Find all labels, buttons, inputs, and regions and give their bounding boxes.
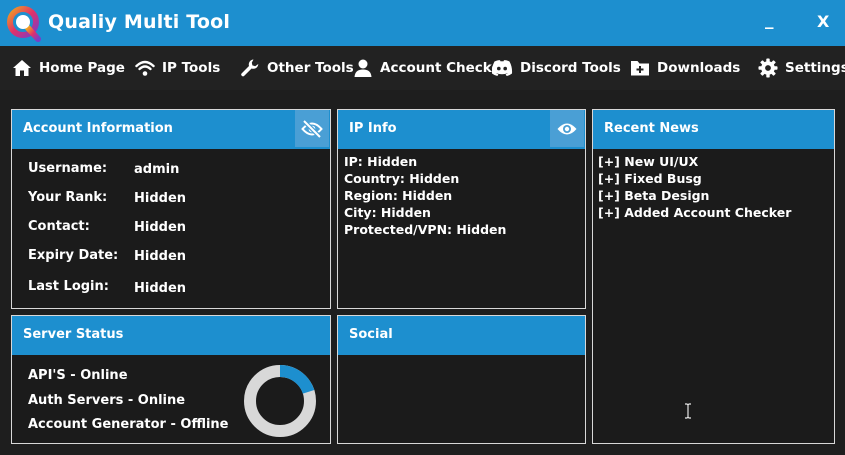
last-login-label: Last Login: xyxy=(28,279,109,294)
ip-line: IP: Hidden xyxy=(344,154,418,169)
discord-icon xyxy=(491,60,513,76)
news-item: [+] New UI/UX xyxy=(598,154,699,169)
title-bar: Qualiy Multi Tool _ X xyxy=(0,0,845,46)
eye-off-icon xyxy=(301,119,323,138)
server-status-donut xyxy=(244,365,316,437)
news-item: [+] Beta Design xyxy=(598,188,710,203)
toggle-ip-visibility-button[interactable] xyxy=(550,110,584,147)
ip-info-title: IP Info xyxy=(349,121,397,136)
home-icon xyxy=(13,60,31,76)
rank-value: Hidden xyxy=(134,191,187,206)
nav-discord-tools[interactable]: Discord Tools xyxy=(491,57,621,79)
recent-news-header: Recent News xyxy=(593,110,834,149)
social-title: Social xyxy=(349,327,393,342)
vpn-line: Protected/VPN: Hidden xyxy=(344,222,507,237)
nav-discord-tools-label: Discord Tools xyxy=(520,60,621,76)
nav-account-checker-label: Account Checker xyxy=(380,60,508,76)
nav-home-page-label: Home Page xyxy=(39,60,125,76)
username-value: admin xyxy=(134,162,180,177)
nav-downloads-label: Downloads xyxy=(657,60,741,76)
eye-icon xyxy=(557,123,577,134)
news-list: [+] New UI/UX [+] Fixed Busg [+] Beta De… xyxy=(598,153,791,221)
social-header: Social xyxy=(338,316,585,355)
social-panel: Social xyxy=(337,315,586,444)
wrench-icon xyxy=(241,59,259,77)
expiry-date-value: Hidden xyxy=(134,249,187,264)
server-status-panel: Server Status API'S - Online Auth Server… xyxy=(11,315,331,444)
contact-value: Hidden xyxy=(134,220,187,235)
app-logo-icon xyxy=(7,6,41,42)
username-label: Username: xyxy=(28,161,108,176)
nav-settings[interactable]: Settings xyxy=(758,57,845,79)
expiry-date-label: Expiry Date: xyxy=(28,248,119,263)
wifi-icon xyxy=(135,60,155,76)
nav-ip-tools-label: IP Tools xyxy=(162,60,221,76)
contact-label: Contact: xyxy=(28,219,90,234)
minimize-button[interactable]: _ xyxy=(765,10,774,30)
recent-news-title: Recent News xyxy=(604,121,699,136)
news-item: [+] Fixed Busg xyxy=(598,171,702,186)
server-status-header: Server Status xyxy=(12,316,330,355)
nav-downloads[interactable]: Downloads xyxy=(630,57,740,79)
ip-info-panel: IP Info IP: Hidden Country: Hidden Regio… xyxy=(337,109,586,309)
ip-info-list: IP: Hidden Country: Hidden Region: Hidde… xyxy=(344,153,506,238)
last-login-value: Hidden xyxy=(134,281,187,296)
nav-settings-label: Settings xyxy=(785,60,845,76)
gear-icon xyxy=(758,58,778,78)
account-info-panel: Account Information Username: admin Your… xyxy=(11,109,331,309)
nav-home-page[interactable]: Home Page xyxy=(12,57,125,79)
rank-label: Your Rank: xyxy=(28,190,108,205)
city-line: City: Hidden xyxy=(344,205,431,220)
nav-ip-tools[interactable]: IP Tools xyxy=(135,57,220,79)
user-icon xyxy=(354,59,372,77)
text-cursor-icon xyxy=(685,403,691,419)
news-item: [+] Added Account Checker xyxy=(598,205,792,220)
close-button[interactable]: X xyxy=(817,12,829,31)
recent-news-panel: Recent News [+] New UI/UX [+] Fixed Busg… xyxy=(592,109,835,444)
auth-servers-status: Auth Servers - Online xyxy=(28,393,186,408)
region-line: Region: Hidden xyxy=(344,188,453,203)
app-title: Qualiy Multi Tool xyxy=(48,11,231,33)
ip-info-header: IP Info xyxy=(338,110,585,149)
account-generator-status: Account Generator - Offline xyxy=(28,417,229,432)
nav-other-tools[interactable]: Other Tools xyxy=(240,57,354,79)
account-info-header: Account Information xyxy=(12,110,330,149)
account-info-title: Account Information xyxy=(23,121,173,136)
toggle-account-visibility-button[interactable] xyxy=(295,110,329,147)
country-line: Country: Hidden xyxy=(344,171,460,186)
nav-account-checker[interactable]: Account Checker xyxy=(353,57,507,79)
nav-other-tools-label: Other Tools xyxy=(267,60,354,76)
nav-bar: Home Page IP Tools Other Tools Account C… xyxy=(0,46,845,90)
api-status: API'S - Online xyxy=(28,368,128,383)
server-status-title: Server Status xyxy=(23,327,124,342)
folder-add-icon xyxy=(631,61,649,76)
